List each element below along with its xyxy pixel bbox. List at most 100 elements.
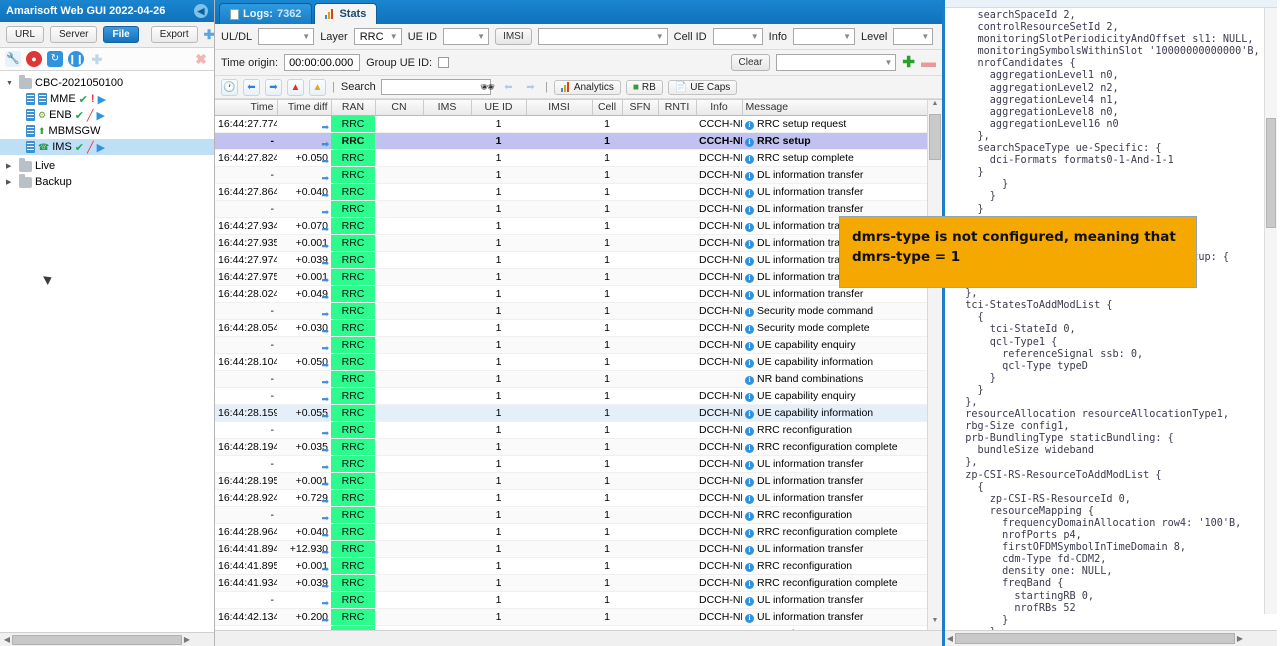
chevron-down-icon[interactable]: ▼: [6, 80, 16, 87]
table-row[interactable]: - ➡RRC 1 1 DCCH-NRiUL information transfer: [215, 591, 927, 609]
table-row[interactable]: 16:44:42.135+0.001➡RRC 1 1 DCCH-NRiRRC rele…: [215, 625, 927, 630]
col-ims[interactable]: IMS: [423, 100, 472, 116]
scroll-thumb[interactable]: [12, 634, 182, 645]
table-row[interactable]: - ➡RRC 1 1 DCCH-NRiRRC reconfiguration: [215, 421, 927, 439]
col-ueid[interactable]: UE ID: [471, 100, 527, 116]
col-time[interactable]: Time: [215, 100, 278, 116]
tree-item-ims[interactable]: ☎ IMS ✔︎ ╱ ▶: [0, 139, 214, 155]
refresh-icon[interactable]: ↻: [47, 51, 63, 67]
table-row[interactable]: 16:44:28.194+0.035➡RRC 1 1 DCCH-NRiRRC reco…: [215, 438, 927, 456]
tree-item-backup[interactable]: ▶ Backup: [0, 173, 214, 190]
imsi-button[interactable]: IMSI: [495, 28, 532, 45]
play-icon[interactable]: ▶: [98, 93, 106, 106]
search-next-icon[interactable]: ➡: [522, 79, 539, 96]
table-row[interactable]: 16:44:27.774 ➡RRC 1 1 CCCH-NRiRRC setup requ…: [215, 115, 927, 133]
scroll-thumb[interactable]: [955, 633, 1235, 644]
chevron-right-icon[interactable]: ▶: [6, 178, 16, 186]
table-row[interactable]: 16:44:41.934+0.039➡RRC 1 1 DCCH-NRiRRC reco…: [215, 574, 927, 592]
table-row[interactable]: 16:44:27.864+0.040➡RRC 1 1 DCCH-NRiUL infor…: [215, 183, 927, 201]
scroll-left-icon[interactable]: ◀: [945, 634, 955, 643]
tab-logs[interactable]: Logs: 7362: [219, 3, 313, 24]
col-rnti[interactable]: RNTI: [658, 100, 697, 116]
table-row[interactable]: - ➡RRC 1 1 DCCH-NRiUE capability enquiry: [215, 336, 927, 354]
detail-panel-body[interactable]: searchSpaceId 2, controlResourceSetId 2,…: [945, 8, 1277, 630]
scroll-thumb[interactable]: [929, 114, 941, 160]
table-row[interactable]: 16:44:27.934+0.070➡RRC11DCCH-NRiUL infor…: [215, 217, 927, 235]
table-row[interactable]: 16:44:27.935+0.001➡RRC11DCCH-NRiDL infor…: [215, 234, 927, 252]
server-button[interactable]: Server: [50, 26, 98, 43]
table-row[interactable]: - ➡RRC 1 1 DCCH-NRiDL information transfer: [215, 166, 927, 184]
search-input[interactable]: [380, 79, 491, 95]
scroll-down-icon[interactable]: ▼: [928, 617, 942, 630]
tree-item-mme[interactable]: MME ✔︎ ! ▶: [0, 91, 214, 107]
scroll-up-icon[interactable]: ▲: [928, 100, 942, 113]
log-hscrollbar[interactable]: [215, 630, 942, 646]
wrench-icon[interactable]: 🔧: [5, 51, 21, 67]
export-button[interactable]: Export: [150, 26, 198, 43]
table-row[interactable]: 16:44:41.894+12.930➡RRC 1 1 DCCH-NRiUL info…: [215, 540, 927, 558]
table-row[interactable]: - ➡RRC 1 1 DCCH-NRiUE capability enquiry: [215, 387, 927, 405]
table-row[interactable]: 16:44:42.134+0.200➡RRC 1 1 DCCH-NRiUL infor…: [215, 608, 927, 626]
chevron-left-icon[interactable]: ◀: [194, 4, 208, 18]
pause-icon[interactable]: ❙❙: [68, 51, 84, 67]
detail-hscrollbar[interactable]: ◀ ▶: [945, 630, 1277, 646]
col-message[interactable]: Message: [742, 100, 928, 116]
plus-icon[interactable]: ✚: [902, 55, 915, 70]
col-info[interactable]: Info: [696, 100, 743, 116]
imsi-select[interactable]: ▼: [537, 28, 668, 45]
minus-icon[interactable]: ▬: [921, 55, 936, 70]
table-row[interactable]: 16:44:28.159+0.055➡RRC 1 1 DCCH-NRiUE capab…: [215, 404, 927, 422]
table-row[interactable]: 16:44:27.824+0.050➡RRC 1 1 DCCH-NRiRRC setu…: [215, 149, 927, 167]
table-row[interactable]: 16:44:28.104+0.050➡RRC 1 1 DCCH-NRiUE capab…: [215, 353, 927, 371]
tree-item-live[interactable]: ▶ Live: [0, 157, 214, 174]
col-timediff[interactable]: Time diff: [277, 100, 332, 116]
col-cell[interactable]: Cell: [592, 100, 623, 116]
col-ran[interactable]: RAN: [331, 100, 376, 116]
search-prev-icon[interactable]: ⬅: [500, 79, 517, 96]
close-icon[interactable]: ✖: [193, 51, 209, 67]
analytics-button[interactable]: Analytics: [553, 79, 621, 95]
info-select[interactable]: ▼: [793, 28, 855, 45]
col-sfn[interactable]: SFN: [622, 100, 659, 116]
stop-icon[interactable]: ●: [26, 51, 42, 67]
table-row[interactable]: 16:44:28.924+0.729➡RRC 1 1 DCCH-NRiUL infor…: [215, 489, 927, 507]
url-button[interactable]: URL: [6, 26, 45, 43]
table-row[interactable]: - ➡ RRC 1 1 i NR band combinations: [215, 370, 927, 388]
uecaps-button[interactable]: 📄 UE Caps: [667, 79, 738, 95]
table-row[interactable]: - ➡RRC 1 1 DCCH-NRiDL information transfer: [215, 200, 927, 218]
rb-button[interactable]: ■ RB: [625, 79, 663, 95]
table-row[interactable]: 16:44:27.974+0.039➡RRC11DCCH-NRiUL infor…: [215, 251, 927, 269]
play-icon[interactable]: ▶: [97, 141, 105, 154]
binoculars-icon[interactable]: 🕶: [480, 80, 495, 94]
table-row[interactable]: 16:44:41.895+0.001➡RRC 1 1 DCCH-NRiRRC reco…: [215, 557, 927, 575]
clear-button[interactable]: Clear: [730, 54, 771, 71]
table-row[interactable]: 16:44:28.964+0.040➡RRC 1 1 DCCH-NRiRRC reco…: [215, 523, 927, 541]
log-table-container[interactable]: Time Time diff RAN CN IMS UE ID IMSI Cel…: [215, 99, 942, 630]
scroll-thumb[interactable]: [1266, 118, 1276, 228]
scroll-left-icon[interactable]: ◀: [2, 635, 12, 644]
sidebar-hscrollbar[interactable]: ◀ ▶: [0, 632, 214, 646]
add-icon[interactable]: ✚: [204, 27, 215, 43]
tab-stats[interactable]: Stats: [314, 3, 378, 24]
file-button[interactable]: File: [103, 26, 139, 43]
time-origin-input[interactable]: 00:00:00.000: [284, 54, 361, 71]
preset-select[interactable]: ▼: [776, 54, 897, 71]
table-row[interactable]: 16:44:27.975+0.001➡RRC11DCCH-NRiDL infor…: [215, 268, 927, 286]
table-row[interactable]: - ➡RRC 1 1 DCCH-NRiSecurity mode command: [215, 302, 927, 320]
table-row[interactable]: 16:44:28.054+0.030➡RRC 1 1 DCCH-NRiSecurity…: [215, 319, 927, 337]
ueid-select[interactable]: ▼: [443, 28, 490, 45]
clock-icon[interactable]: 🕐: [221, 78, 238, 96]
error-icon[interactable]: ▲: [287, 78, 304, 96]
table-row[interactable]: 16:44:28.195+0.001➡RRC 1 1 DCCH-NRiDL infor…: [215, 472, 927, 490]
warning-icon[interactable]: ▲: [309, 78, 326, 96]
play-icon[interactable]: ▶: [97, 109, 105, 122]
cellid-select[interactable]: ▼: [712, 28, 763, 45]
table-row[interactable]: - ➡RRC 1 1 DCCH-NRiRRC reconfiguration: [215, 506, 927, 524]
group-ueid-checkbox[interactable]: [438, 57, 450, 68]
uldl-select[interactable]: ▼: [258, 28, 315, 45]
table-row[interactable]: 16:44:28.024+0.049➡RRC11DCCH-NRiUL infor…: [215, 285, 927, 303]
tree-item-cbc[interactable]: ▼ CBC-2021050100: [0, 74, 214, 91]
arrow-right-icon[interactable]: ➡: [265, 78, 282, 96]
scroll-right-icon[interactable]: ▶: [182, 635, 192, 644]
col-imsi[interactable]: IMSI: [526, 100, 593, 116]
